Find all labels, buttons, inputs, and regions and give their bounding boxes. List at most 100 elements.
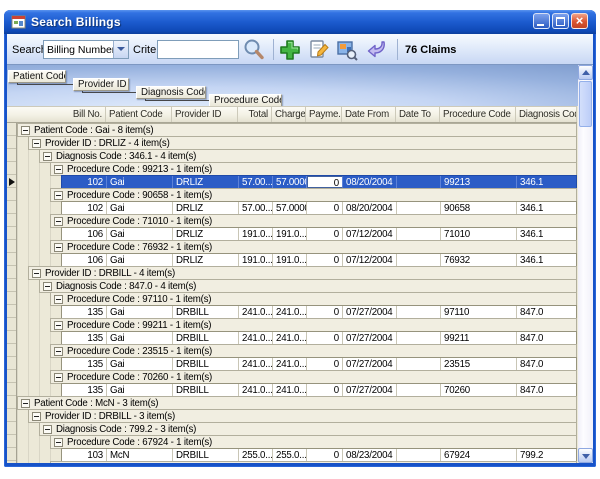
collapse-toggle-icon[interactable] <box>21 126 30 135</box>
cell-date-to[interactable] <box>397 176 441 188</box>
preview-button[interactable] <box>335 38 359 62</box>
cell-charges[interactable]: 191.0... <box>273 228 307 240</box>
collapse-toggle-icon[interactable] <box>54 438 63 447</box>
cell-diagnosis-code[interactable]: 799.2 <box>517 449 577 461</box>
cell-procedure-code[interactable]: 71010 <box>441 228 517 240</box>
cell-diagnosis-code[interactable]: 346.1 <box>517 202 577 214</box>
cell-date-from[interactable]: 07/27/2004 <box>343 332 397 344</box>
cell-procedure-code[interactable]: 76932 <box>441 254 517 266</box>
cell-payme[interactable]: 0 <box>307 332 343 344</box>
cell-provider-id[interactable]: DRBILL <box>173 384 239 396</box>
group-by-provider-id[interactable]: Provider ID <box>73 78 129 91</box>
cell-patient-code[interactable]: Gai <box>107 176 173 188</box>
collapse-toggle-icon[interactable] <box>21 399 30 408</box>
collapse-toggle-icon[interactable] <box>32 412 41 421</box>
collapse-toggle-icon[interactable] <box>54 373 63 382</box>
cell-charges[interactable]: 241.0... <box>273 358 307 370</box>
cell-date-to[interactable] <box>397 384 441 396</box>
cell-bill-no[interactable]: 135 <box>62 306 107 318</box>
collapse-toggle-icon[interactable] <box>43 425 52 434</box>
group-row[interactable] <box>50 461 577 463</box>
group-row[interactable]: Patient Code : Gai - 8 item(s) <box>17 123 577 137</box>
cell-procedure-code[interactable]: 67924 <box>441 449 517 461</box>
column-header-procedure-code[interactable]: Procedure Code <box>440 107 516 122</box>
cell-charges[interactable]: 255.0... <box>273 449 307 461</box>
cell-provider-id[interactable]: DRBILL <box>173 358 239 370</box>
scroll-down-button[interactable] <box>578 448 593 463</box>
cell-patient-code[interactable]: Gai <box>107 202 173 214</box>
data-row[interactable]: 106GaiDRLIZ191.0...191.0...007/12/200471… <box>61 227 577 241</box>
group-row[interactable]: Procedure Code : 67924 - 1 item(s) <box>50 435 577 449</box>
group-row[interactable]: Procedure Code : 76932 - 1 item(s) <box>50 240 577 254</box>
cell-date-to[interactable] <box>397 306 441 318</box>
cell-patient-code[interactable]: Gai <box>107 358 173 370</box>
cell-total[interactable]: 57.00... <box>239 202 273 214</box>
cell-payme[interactable]: 0 <box>307 449 343 461</box>
cell-payme[interactable]: 0 <box>307 306 343 318</box>
column-header-date-to[interactable]: Date To <box>396 107 440 122</box>
cell-total[interactable]: 191.0... <box>239 254 273 266</box>
data-row[interactable]: 135GaiDRBILL241.0...241.0...007/27/20049… <box>61 331 577 345</box>
cell-total[interactable]: 241.0... <box>239 332 273 344</box>
cell-diagnosis-code[interactable]: 847.0 <box>517 384 577 396</box>
group-row[interactable]: Provider ID : DRBILL - 4 item(s) <box>28 266 577 280</box>
cell-date-from[interactable]: 07/27/2004 <box>343 384 397 396</box>
edit-button[interactable] <box>307 38 331 62</box>
cell-payme[interactable]: 0 <box>307 358 343 370</box>
cell-bill-no[interactable]: 106 <box>62 254 107 266</box>
cell-date-from[interactable]: 08/23/2004 <box>343 449 397 461</box>
cell-patient-code[interactable]: McN <box>107 449 173 461</box>
column-header-diagnosis-code[interactable]: Diagnosis Code <box>516 107 577 122</box>
cell-payme[interactable]: 0 <box>307 228 343 240</box>
cell-date-to[interactable] <box>397 254 441 266</box>
cell-date-to[interactable] <box>397 358 441 370</box>
cell-date-from[interactable]: 08/20/2004 <box>343 176 397 188</box>
cell-date-from[interactable]: 08/20/2004 <box>343 202 397 214</box>
cell-total[interactable]: 255.0... <box>239 449 273 461</box>
cell-patient-code[interactable]: Gai <box>107 332 173 344</box>
group-row[interactable]: Procedure Code : 99213 - 1 item(s) <box>50 162 577 176</box>
cell-charges[interactable]: 57.0000 <box>273 202 307 214</box>
collapse-toggle-icon[interactable] <box>54 295 63 304</box>
group-row[interactable]: Patient Code : McN - 3 item(s) <box>17 396 577 410</box>
data-row[interactable]: 135GaiDRBILL241.0...241.0...007/27/20042… <box>61 357 577 371</box>
cell-bill-no[interactable]: 135 <box>62 332 107 344</box>
cell-diagnosis-code[interactable]: 346.1 <box>517 254 577 266</box>
collapse-toggle-icon[interactable] <box>32 139 41 148</box>
search-by-select[interactable]: Billing Number <box>43 40 129 59</box>
maximize-button[interactable] <box>552 13 569 29</box>
group-row[interactable]: Provider ID : DRBILL - 3 item(s) <box>28 409 577 423</box>
cell-total[interactable]: 241.0... <box>239 358 273 370</box>
group-row[interactable]: Diagnosis Code : 346.1 - 4 item(s) <box>39 149 577 163</box>
collapse-toggle-icon[interactable] <box>32 269 41 278</box>
cell-procedure-code[interactable]: 90658 <box>441 202 517 214</box>
cell-patient-code[interactable]: Gai <box>107 228 173 240</box>
cell-charges[interactable]: 57.0000 <box>273 176 307 188</box>
data-row[interactable]: 135GaiDRBILL241.0...241.0...007/27/20047… <box>61 383 577 397</box>
criteria-input[interactable] <box>157 40 239 59</box>
cell-bill-no[interactable]: 135 <box>62 358 107 370</box>
cell-date-to[interactable] <box>397 202 441 214</box>
cell-provider-id[interactable]: DRBILL <box>173 449 239 461</box>
collapse-toggle-icon[interactable] <box>43 152 52 161</box>
data-row[interactable]: 103McNDRBILL255.0...255.0...008/23/20046… <box>61 448 577 462</box>
cell-diagnosis-code[interactable]: 847.0 <box>517 306 577 318</box>
cell-date-to[interactable] <box>397 449 441 461</box>
data-row[interactable]: 106GaiDRLIZ191.0...191.0...007/12/200476… <box>61 253 577 267</box>
cell-date-from[interactable]: 07/12/2004 <box>343 228 397 240</box>
cell-patient-code[interactable]: Gai <box>107 384 173 396</box>
cell-diagnosis-code[interactable]: 346.1 <box>517 176 577 188</box>
cell-date-from[interactable]: 07/27/2004 <box>343 358 397 370</box>
cell-bill-no[interactable]: 135 <box>62 384 107 396</box>
cell-provider-id[interactable]: DRLIZ <box>173 176 239 188</box>
data-row[interactable]: 102GaiDRLIZ57.00...57.0000008/20/2004992… <box>61 175 577 189</box>
column-header-date-from[interactable]: Date From <box>342 107 396 122</box>
group-row[interactable]: Procedure Code : 70260 - 1 item(s) <box>50 370 577 384</box>
cell-bill-no[interactable]: 102 <box>62 176 107 188</box>
collapse-toggle-icon[interactable] <box>54 191 63 200</box>
cell-patient-code[interactable]: Gai <box>107 306 173 318</box>
column-header-patient-code[interactable]: Patient Code <box>106 107 172 122</box>
group-row[interactable]: Procedure Code : 97110 - 1 item(s) <box>50 292 577 306</box>
cell-bill-no[interactable]: 106 <box>62 228 107 240</box>
column-header-provider-id[interactable]: Provider ID <box>172 107 238 122</box>
